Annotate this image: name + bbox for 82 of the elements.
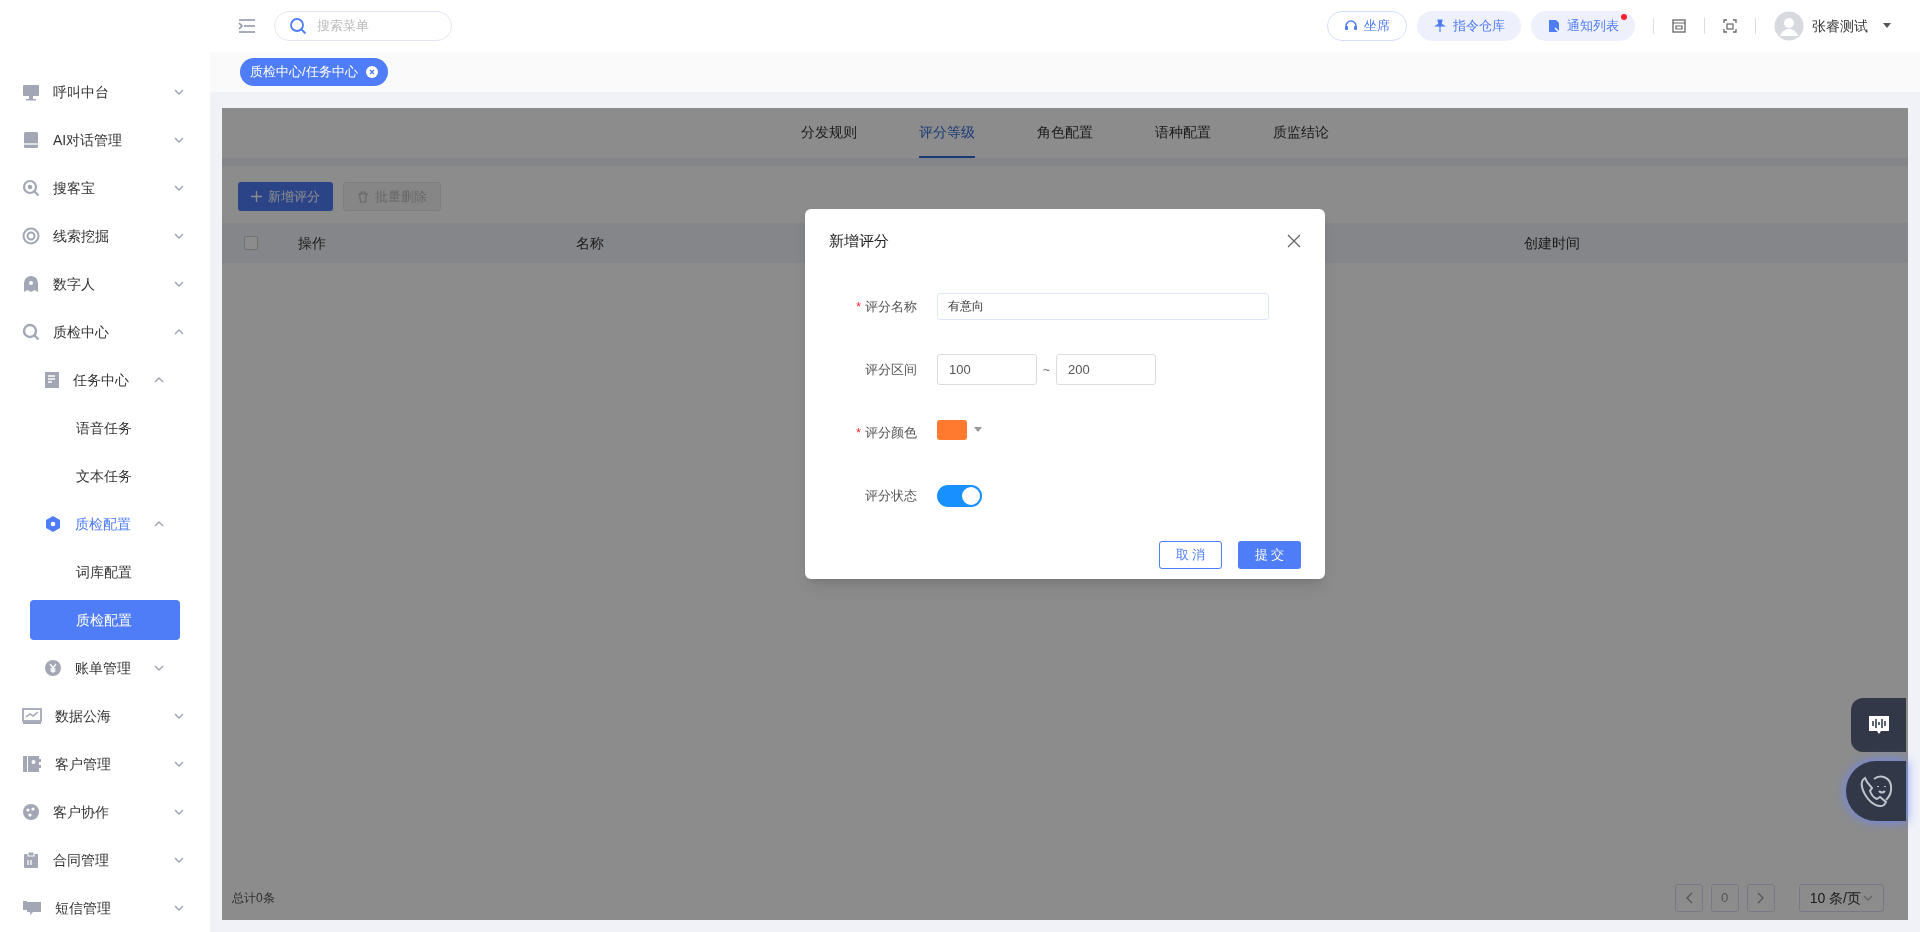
header-button[interactable]: 指令仓库 — [1417, 11, 1521, 41]
close-icon[interactable] — [1287, 234, 1301, 248]
header-button[interactable]: 通知列表 — [1531, 11, 1635, 41]
sidebar-item[interactable]: 搜客宝 — [0, 164, 210, 212]
header-button[interactable]: 坐席 — [1327, 11, 1407, 41]
sidebar-subitem[interactable]: 文本任务 — [30, 456, 180, 496]
required-mark: * — [856, 298, 861, 316]
trash-icon — [357, 190, 369, 203]
tab[interactable]: 分发规则 — [801, 108, 857, 158]
sidebar-item[interactable]: 客户协作 — [0, 788, 210, 836]
sidebar-subitem[interactable]: 账单管理 — [0, 644, 210, 692]
total-count: 总计0条 — [232, 890, 275, 907]
palette-icon — [22, 803, 40, 821]
color-swatch[interactable] — [937, 419, 967, 440]
sidebar-item[interactable]: 短信管理 — [0, 884, 210, 932]
chevron-left-icon — [1684, 892, 1693, 904]
voice-chat-button[interactable] — [1851, 698, 1906, 752]
sidebar-item[interactable]: 质检中心 — [0, 308, 210, 356]
sidebar-subitem[interactable]: 任务中心 — [0, 356, 210, 404]
chevron-right-icon — [1756, 892, 1765, 904]
field-label: 评分状态 — [865, 486, 917, 505]
tab[interactable]: 质监结论 — [1273, 108, 1329, 158]
tab[interactable]: 语种配置 — [1155, 108, 1211, 158]
close-icon — [365, 66, 378, 78]
sidebar-subitem[interactable]: 质检配置 — [30, 600, 180, 640]
plus-icon — [251, 191, 262, 202]
cancel-button[interactable]: 取 消 — [1159, 541, 1222, 569]
caret-icon[interactable] — [1882, 23, 1892, 29]
select-all-checkbox[interactable] — [244, 236, 258, 250]
target-icon — [22, 227, 40, 245]
pin-icon — [1433, 19, 1447, 33]
phone-service-button[interactable] — [1846, 761, 1906, 821]
column-header: 操作 — [298, 233, 326, 253]
sidebar-item[interactable]: 客户管理 — [0, 740, 210, 788]
file-icon — [1547, 19, 1561, 33]
page-size-select[interactable]: 10 条/页 — [1798, 884, 1884, 912]
dialog-title: 新增评分 — [829, 230, 889, 251]
document-icon — [44, 371, 60, 389]
search-icon — [289, 17, 307, 35]
sidebar-item[interactable]: AI对话管理 — [0, 116, 210, 164]
column-header: 名称 — [576, 233, 604, 253]
column-header: 创建时间 — [1524, 233, 1580, 253]
sidebar-subitem[interactable]: 质检配置 — [0, 500, 210, 548]
headset-icon — [1344, 19, 1358, 33]
search-refresh-icon — [22, 179, 40, 197]
text-input[interactable]: 有意向 — [937, 293, 1269, 320]
submit-button[interactable]: 提 交 — [1238, 541, 1301, 569]
field-label: 评分区间 — [865, 360, 917, 379]
ghost-icon — [22, 275, 40, 293]
sidebar-item[interactable]: 数字人 — [0, 260, 210, 308]
hexagon-icon — [44, 515, 62, 533]
caret-icon — [973, 426, 983, 433]
page-tag[interactable]: 质检中心/任务中心 — [240, 58, 388, 86]
menu-collapse-icon[interactable] — [238, 18, 256, 34]
range-separator: ~ — [1043, 361, 1050, 379]
number-input[interactable]: 100 — [937, 354, 1037, 385]
screenshot-icon[interactable] — [1723, 19, 1737, 33]
chart-screen-icon — [22, 707, 42, 725]
book-icon — [22, 131, 40, 149]
field-label: 评分名称 — [865, 297, 917, 316]
search-input: 搜索菜单 — [317, 16, 427, 36]
chat-bubbles-icon — [22, 899, 42, 917]
contact-card-icon — [22, 755, 42, 773]
required-mark: * — [856, 424, 861, 442]
sidebar-subitem[interactable]: 语音任务 — [30, 408, 180, 448]
user-name[interactable]: 张睿测试 — [1812, 15, 1868, 37]
sidebar-item[interactable]: 线索挖掘 — [0, 212, 210, 260]
tab[interactable]: 角色配置 — [1037, 108, 1093, 158]
sidebar-item[interactable]: 合同管理 — [0, 836, 210, 884]
window-icon[interactable] — [1672, 19, 1686, 33]
sidebar-item[interactable]: 呼叫中台 — [0, 68, 210, 116]
sidebar-item[interactable]: 数据公海 — [0, 692, 210, 740]
yen-coin-icon — [44, 659, 62, 677]
magnifier-icon — [22, 323, 40, 341]
voice-message-icon — [1867, 714, 1890, 736]
sidebar-subitem[interactable]: 词库配置 — [30, 552, 180, 592]
toggle-switch[interactable] — [937, 484, 982, 507]
monitor-icon — [22, 83, 40, 101]
field-label: 评分颜色 — [865, 423, 917, 442]
chevron-down-icon — [1863, 895, 1873, 901]
clipboard-icon — [22, 851, 40, 869]
number-input[interactable]: 200 — [1056, 354, 1156, 385]
